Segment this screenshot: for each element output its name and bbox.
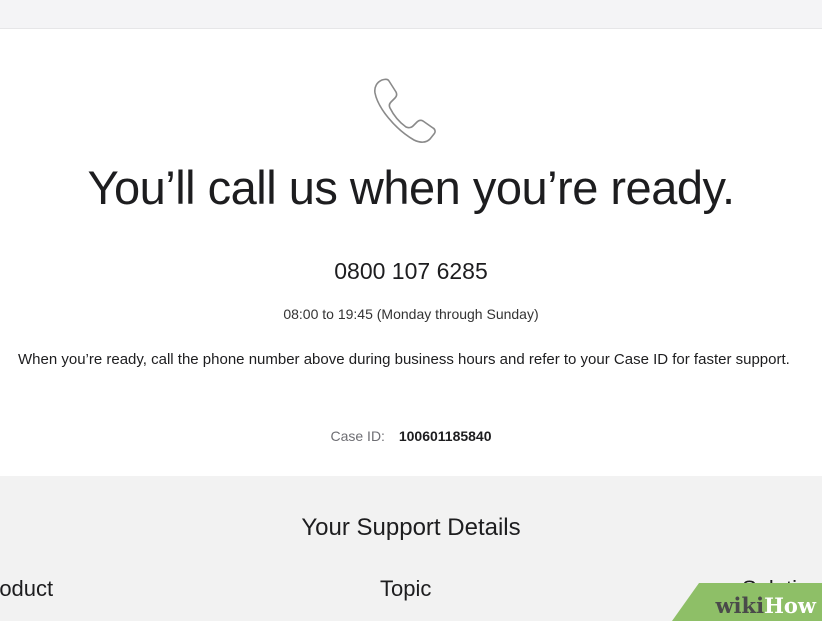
case-id-label: Case ID:: [330, 428, 385, 444]
case-id-value: 100601185840: [398, 428, 492, 444]
support-details-title: Your Support Details: [301, 514, 521, 541]
support-phone-number: 0800 107 6285: [334, 258, 488, 284]
case-id-row: Case ID: 100601185840: [0, 428, 822, 444]
product-column-heading: roduct: [0, 576, 54, 601]
business-hours: 08:00 to 19:45 (Monday through Sunday): [283, 306, 539, 322]
page-headline: You’ll call us when you’re ready.: [87, 161, 735, 214]
call-instructions: When you’re ready, call the phone number…: [18, 351, 790, 368]
watermark-logo-text: wikiHow: [715, 593, 816, 618]
phone-handset-icon: [374, 78, 436, 143]
wikihow-watermark: wikiHow: [672, 583, 822, 621]
topic-column-heading: Topic: [380, 576, 432, 601]
support-page: You’ll call us when you’re ready. 0800 1…: [0, 0, 822, 621]
top-bar: [0, 0, 822, 29]
